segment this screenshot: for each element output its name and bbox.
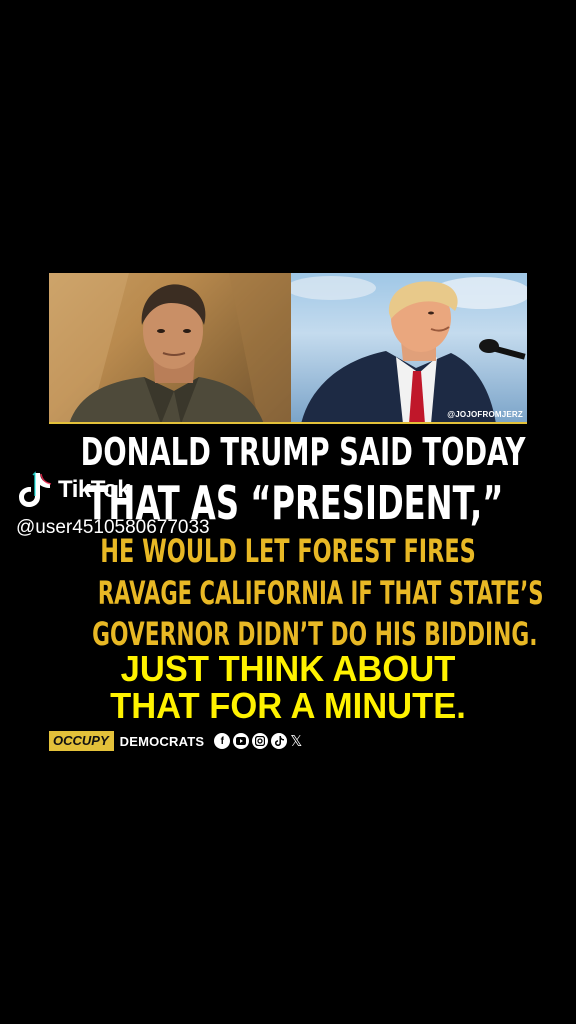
brand-occupy-badge: OCCUPY	[49, 731, 114, 751]
photo-newsom	[49, 273, 291, 422]
facebook-icon: f	[214, 733, 231, 749]
headline-line-7: THAT FOR A MINUTE.	[110, 685, 466, 726]
brand-footer: OCCUPY DEMOCRATS f 𝕏	[49, 730, 302, 752]
tiktok-logo: TikTok	[18, 470, 131, 510]
x-icon: 𝕏	[290, 732, 303, 750]
headline-line-3: HE WOULD LET FOREST FIRES	[100, 532, 476, 570]
tiktok-icon	[271, 733, 288, 749]
instagram-icon	[252, 733, 269, 749]
brand-democrats-label: DEMOCRATS	[119, 733, 205, 749]
tiktok-wordmark: TikTok	[58, 476, 131, 503]
youtube-icon	[233, 733, 250, 749]
social-icons: f 𝕏	[214, 733, 302, 749]
news-photo: @JOJOFROMJERZ	[49, 273, 527, 424]
headline-line-4: RAVAGE CALIFORNIA IF THAT STATE’S	[97, 574, 544, 612]
headline-line-6: JUST THINK ABOUT	[120, 648, 456, 689]
tiktok-note-icon	[19, 471, 52, 507]
video-frame: @JOJOFROMJERZ DONALD TRUMP SAID TODAY TH…	[0, 0, 576, 1024]
photo-credit-watermark: @JOJOFROMJERZ	[447, 410, 523, 419]
headline-line-1: DONALD TRUMP SAID TODAY	[80, 430, 526, 474]
photo-trump	[286, 273, 527, 422]
